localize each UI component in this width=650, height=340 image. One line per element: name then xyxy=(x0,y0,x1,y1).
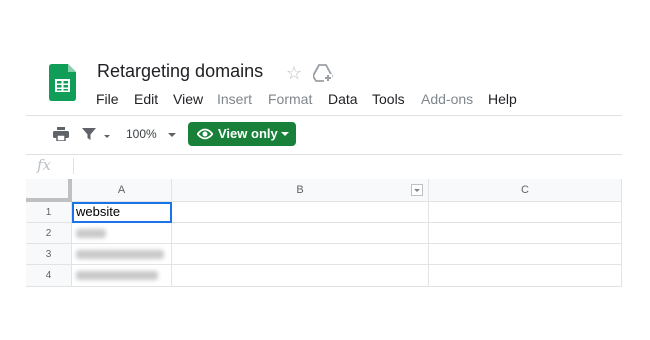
cell-a3[interactable] xyxy=(72,244,172,265)
star-icon[interactable]: ☆ xyxy=(286,63,302,83)
filter-icon[interactable] xyxy=(82,127,96,141)
formula-separator xyxy=(73,158,74,174)
move-to-drive-icon[interactable] xyxy=(313,64,333,82)
header-divider xyxy=(26,115,622,116)
cell-c2[interactable] xyxy=(429,223,622,244)
cell-a1-value: website xyxy=(76,204,121,219)
row-header-4[interactable]: 4 xyxy=(26,265,72,287)
redacted-value xyxy=(76,229,106,238)
menu-data[interactable]: Data xyxy=(328,91,358,107)
cell-b3[interactable] xyxy=(172,244,429,265)
cell-b1[interactable] xyxy=(172,202,429,223)
column-header-b[interactable]: B xyxy=(172,179,429,202)
filter-dropdown-icon[interactable] xyxy=(104,135,110,138)
menu-insert[interactable]: Insert xyxy=(217,91,252,107)
cell-a4[interactable] xyxy=(72,265,172,287)
spreadsheet-grid: A B C 1 website 2 3 4 xyxy=(26,179,622,287)
chevron-down-icon xyxy=(281,132,289,136)
toolbar-divider xyxy=(26,154,622,155)
menu-tools[interactable]: Tools xyxy=(372,91,405,107)
cell-a1[interactable]: website xyxy=(72,202,172,223)
cell-c3[interactable] xyxy=(429,244,622,265)
select-all-corner[interactable] xyxy=(26,179,72,202)
row-header-2[interactable]: 2 xyxy=(26,223,72,244)
print-icon[interactable] xyxy=(53,127,69,141)
document-title[interactable]: Retargeting domains xyxy=(97,61,263,82)
zoom-select[interactable]: 100% xyxy=(126,127,157,141)
cell-c1[interactable] xyxy=(429,202,622,223)
sheets-logo-icon[interactable] xyxy=(49,64,76,101)
cell-a2[interactable] xyxy=(72,223,172,244)
fx-icon: fx xyxy=(37,156,52,174)
redacted-value xyxy=(76,271,158,280)
cell-b2[interactable] xyxy=(172,223,429,244)
eye-icon xyxy=(197,128,213,140)
view-only-label: View only xyxy=(218,126,278,141)
zoom-dropdown-icon[interactable] xyxy=(168,133,176,137)
menu-help[interactable]: Help xyxy=(488,91,517,107)
column-header-c[interactable]: C xyxy=(429,179,622,202)
column-header-b-label: B xyxy=(296,184,304,196)
menu-view[interactable]: View xyxy=(173,91,203,107)
redacted-value xyxy=(76,250,164,259)
cell-b4[interactable] xyxy=(172,265,429,287)
cell-c4[interactable] xyxy=(429,265,622,287)
formula-input[interactable] xyxy=(80,157,620,173)
menu-edit[interactable]: Edit xyxy=(134,91,158,107)
menu-format[interactable]: Format xyxy=(268,91,312,107)
menu-add-ons[interactable]: Add-ons xyxy=(421,91,473,107)
column-filter-icon[interactable] xyxy=(411,184,423,196)
view-only-button[interactable]: View only xyxy=(188,122,296,146)
menu-file[interactable]: File xyxy=(96,91,119,107)
column-header-a[interactable]: A xyxy=(72,179,172,202)
row-header-1[interactable]: 1 xyxy=(26,202,72,223)
row-header-3[interactable]: 3 xyxy=(26,244,72,265)
